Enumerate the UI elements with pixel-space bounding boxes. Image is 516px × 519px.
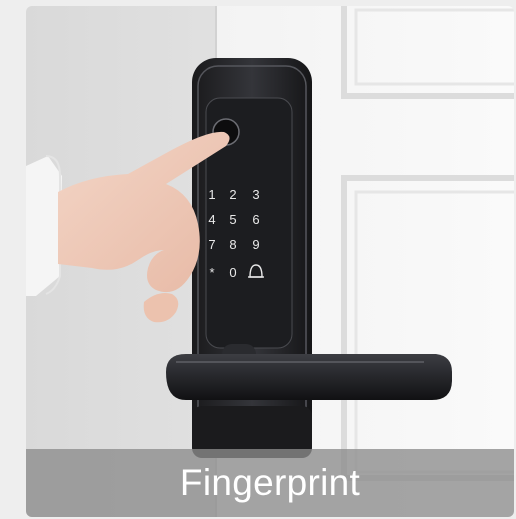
caption-label: Fingerprint <box>179 462 361 503</box>
keypad-key-7: 7 <box>208 237 215 252</box>
keypad-key-5: 5 <box>229 212 236 227</box>
keypad-key-8: 8 <box>229 237 236 252</box>
product-card-fingerprint[interactable]: 1 2 3 4 5 6 7 8 9 * 0 Fingerprint <box>26 6 514 517</box>
keypad-key-star: * <box>209 265 214 280</box>
keypad-key-0: 0 <box>229 265 236 280</box>
keypad-key-9: 9 <box>252 237 259 252</box>
keypad-key-1: 1 <box>208 187 215 202</box>
keypad-key-3: 3 <box>252 187 259 202</box>
smart-lock-photo: 1 2 3 4 5 6 7 8 9 * 0 <box>26 6 514 517</box>
keypad-key-4: 4 <box>208 212 215 227</box>
keypad-key-6: 6 <box>252 212 259 227</box>
caption-bar: Fingerprint <box>26 449 514 517</box>
keypad-key-2: 2 <box>229 187 236 202</box>
